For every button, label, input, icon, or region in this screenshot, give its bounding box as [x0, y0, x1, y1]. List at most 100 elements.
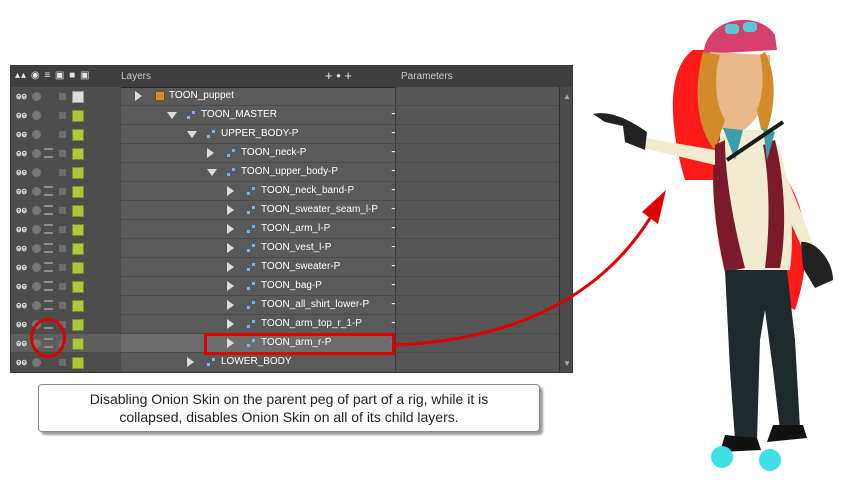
- expand-arrow-icon[interactable]: [227, 300, 234, 310]
- scroll-up-icon[interactable]: ▲: [563, 92, 571, 101]
- layer-name-area[interactable]: TOON_vest_l-P+: [121, 239, 400, 257]
- lock-icon[interactable]: [59, 112, 66, 119]
- lock-icon[interactable]: [59, 359, 66, 366]
- onion-skin-icon[interactable]: [44, 148, 53, 158]
- collapse-arrow-icon[interactable]: [207, 169, 217, 176]
- collapse-arrow-icon[interactable]: [167, 112, 177, 119]
- layer-row[interactable]: ⱺⱺ TOON_puppet: [11, 87, 560, 106]
- layer-row[interactable]: ⱺⱺ TOON_upper_body-P+: [11, 163, 560, 182]
- expand-arrow-icon[interactable]: [227, 224, 234, 234]
- solo-toggle-icon[interactable]: [32, 187, 41, 196]
- expand-arrow-icon[interactable]: [227, 281, 234, 291]
- layer-name-area[interactable]: LOWER_BODY: [121, 353, 395, 371]
- layer-name-area[interactable]: TOON_upper_body-P+: [121, 163, 400, 181]
- lock-icon[interactable]: [59, 207, 66, 214]
- onion-skin-icon[interactable]: [44, 186, 53, 196]
- layer-color-swatch[interactable]: [72, 281, 84, 293]
- layer-name-area[interactable]: TOON_bag-P+: [121, 277, 400, 295]
- layer-name-area[interactable]: TOON_puppet: [121, 87, 395, 105]
- enable-layer-icon[interactable]: ⱺⱺ: [16, 281, 27, 292]
- layer-name-area[interactable]: TOON_MASTER+: [121, 106, 400, 124]
- lock-icon[interactable]: [59, 226, 66, 233]
- lock-icon[interactable]: [59, 302, 66, 309]
- layer-name-area[interactable]: TOON_neck-P+: [121, 144, 400, 162]
- solo-toggle-icon[interactable]: [32, 358, 41, 367]
- enable-layer-icon[interactable]: ⱺⱺ: [16, 338, 27, 349]
- expand-arrow-icon[interactable]: [227, 319, 234, 329]
- expand-arrow-icon[interactable]: [227, 186, 234, 196]
- layer-color-swatch[interactable]: [72, 224, 84, 236]
- enable-layer-icon[interactable]: ⱺⱺ: [16, 300, 27, 311]
- layer-color-swatch[interactable]: [72, 129, 84, 141]
- expand-arrow-icon[interactable]: [187, 357, 194, 367]
- onion-skin-icon[interactable]: [44, 243, 53, 253]
- layer-color-swatch[interactable]: [72, 357, 84, 369]
- layer-color-swatch[interactable]: [72, 110, 84, 122]
- layer-row[interactable]: ⱺⱺ UPPER_BODY-P+: [11, 125, 560, 144]
- lock-icon[interactable]: [59, 245, 66, 252]
- lock-icon[interactable]: [59, 188, 66, 195]
- header-toggle-icons[interactable]: ▴▴ ◉ ≡ ▣ ■ ▣: [15, 70, 90, 81]
- expand-arrow-icon[interactable]: [135, 91, 142, 101]
- enable-layer-icon[interactable]: ⱺⱺ: [16, 91, 27, 102]
- collapse-arrow-icon[interactable]: [187, 131, 197, 138]
- enable-layer-icon[interactable]: ⱺⱺ: [16, 167, 27, 178]
- solo-toggle-icon[interactable]: [32, 225, 41, 234]
- layer-color-swatch[interactable]: [72, 167, 84, 179]
- lock-icon[interactable]: [59, 264, 66, 271]
- solo-toggle-icon[interactable]: [32, 282, 41, 291]
- enable-layer-icon[interactable]: ⱺⱺ: [16, 357, 27, 368]
- layer-name-area[interactable]: TOON_sweater_seam_l-P+: [121, 201, 400, 219]
- layer-color-swatch[interactable]: [72, 243, 84, 255]
- lock-icon[interactable]: [59, 169, 66, 176]
- solo-toggle-icon[interactable]: [32, 301, 41, 310]
- enable-layer-icon[interactable]: ⱺⱺ: [16, 205, 27, 216]
- layer-color-swatch[interactable]: [72, 262, 84, 274]
- layer-color-swatch[interactable]: [72, 91, 84, 103]
- solo-toggle-icon[interactable]: [32, 168, 41, 177]
- solo-toggle-icon[interactable]: [32, 244, 41, 253]
- layer-color-swatch[interactable]: [72, 319, 84, 331]
- lock-icon[interactable]: [59, 93, 66, 100]
- layer-name-area[interactable]: TOON_all_shirt_lower-P+: [121, 296, 400, 314]
- enable-layer-icon[interactable]: ⱺⱺ: [16, 224, 27, 235]
- layer-color-swatch[interactable]: [72, 338, 84, 350]
- enable-layer-icon[interactable]: ⱺⱺ: [16, 243, 27, 254]
- solo-toggle-icon[interactable]: [32, 263, 41, 272]
- layer-color-swatch[interactable]: [72, 148, 84, 160]
- lock-icon[interactable]: [59, 131, 66, 138]
- enable-layer-icon[interactable]: ⱺⱺ: [16, 319, 27, 330]
- scroll-down-icon[interactable]: ▼: [563, 359, 571, 368]
- add-layer-icons[interactable]: + • +: [325, 68, 352, 83]
- layer-color-swatch[interactable]: [72, 186, 84, 198]
- solo-toggle-icon[interactable]: [32, 149, 41, 158]
- layer-color-swatch[interactable]: [72, 205, 84, 217]
- onion-skin-icon[interactable]: [44, 205, 53, 215]
- layer-name-area[interactable]: TOON_arm_l-P+: [121, 220, 400, 238]
- layer-name-area[interactable]: TOON_sweater-P+: [121, 258, 400, 276]
- solo-toggle-icon[interactable]: [32, 111, 41, 120]
- onion-skin-icon[interactable]: [44, 300, 53, 310]
- enable-layer-icon[interactable]: ⱺⱺ: [16, 110, 27, 121]
- layer-name-area[interactable]: TOON_neck_band-P+: [121, 182, 400, 200]
- expand-arrow-icon[interactable]: [227, 262, 234, 272]
- layer-color-swatch[interactable]: [72, 300, 84, 312]
- solo-toggle-icon[interactable]: [32, 92, 41, 101]
- layer-row[interactable]: ⱺⱺ TOON_neck-P+: [11, 144, 560, 163]
- lock-icon[interactable]: [59, 283, 66, 290]
- expand-arrow-icon[interactable]: [227, 243, 234, 253]
- enable-layer-icon[interactable]: ⱺⱺ: [16, 262, 27, 273]
- expand-arrow-icon[interactable]: [207, 148, 214, 158]
- expand-arrow-icon[interactable]: [227, 205, 234, 215]
- enable-layer-icon[interactable]: ⱺⱺ: [16, 148, 27, 159]
- layer-name-area[interactable]: TOON_arm_top_r_1-P+: [121, 315, 400, 333]
- onion-skin-icon[interactable]: [44, 224, 53, 234]
- solo-toggle-icon[interactable]: [32, 130, 41, 139]
- layer-row[interactable]: ⱺⱺ TOON_MASTER+: [11, 106, 560, 125]
- onion-skin-icon[interactable]: [44, 281, 53, 291]
- enable-layer-icon[interactable]: ⱺⱺ: [16, 129, 27, 140]
- solo-toggle-icon[interactable]: [32, 206, 41, 215]
- lock-icon[interactable]: [59, 150, 66, 157]
- layer-name-area[interactable]: UPPER_BODY-P+: [121, 125, 400, 143]
- enable-layer-icon[interactable]: ⱺⱺ: [16, 186, 27, 197]
